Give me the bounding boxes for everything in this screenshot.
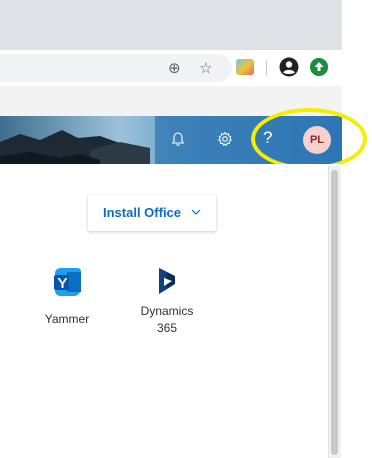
- chevron-down-icon: [191, 209, 201, 215]
- zoom-icon[interactable]: ⊕: [168, 61, 181, 76]
- install-office-button[interactable]: Install Office: [88, 195, 216, 231]
- toolbar-separator: [266, 60, 267, 76]
- app-name-line2: 365: [156, 321, 178, 335]
- user-avatar[interactable]: PL: [303, 126, 331, 154]
- dynamics-365-icon: [159, 268, 175, 294]
- account-icon[interactable]: [279, 57, 299, 77]
- update-icon[interactable]: [310, 58, 328, 76]
- app-tile-yammer[interactable]: Yammer: [36, 266, 98, 327]
- app-tile-dynamics-365[interactable]: Dynamics 365: [132, 266, 202, 336]
- help-icon[interactable]: ?: [263, 129, 272, 147]
- browser-tabstrip: [0, 0, 342, 50]
- extension-icon[interactable]: [236, 59, 254, 75]
- app-name-line1: Dynamics: [140, 304, 194, 318]
- app-name: Yammer: [44, 312, 90, 326]
- address-bar[interactable]: ⊕ ☆: [0, 54, 232, 82]
- yammer-icon: [54, 268, 81, 296]
- scrollbar-thumb[interactable]: [331, 170, 338, 455]
- background-outside-window: [342, 0, 372, 458]
- bookmarks-bar: [0, 86, 342, 117]
- settings-gear-icon[interactable]: [217, 131, 233, 147]
- bookmark-star-icon[interactable]: ☆: [199, 61, 212, 76]
- notification-bell-icon[interactable]: [171, 131, 185, 147]
- install-office-label: Install Office: [103, 205, 182, 220]
